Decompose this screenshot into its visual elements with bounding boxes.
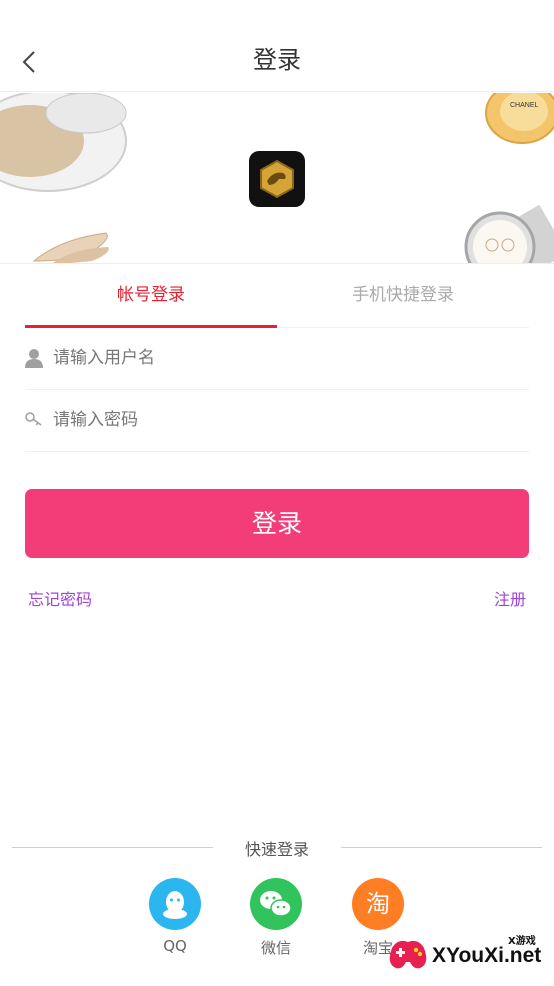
register-link[interactable]: 注册 (494, 586, 526, 610)
shoes-product-image (32, 232, 109, 263)
key-icon (25, 412, 42, 426)
login-tabs: 帐号登录 手机快捷登录 (25, 265, 529, 328)
forgot-password-link[interactable]: 忘记密码 (28, 586, 92, 610)
wechat-icon (260, 891, 292, 917)
wechat-label: 微信 (260, 939, 291, 957)
watermark-sub: X游戏 (508, 936, 536, 947)
password-row (25, 390, 529, 452)
page-title: 登录 (253, 46, 301, 74)
watermark: XYouXi.net X游戏 (384, 928, 550, 980)
username-row (25, 328, 529, 390)
taobao-icon: 淘 (352, 878, 404, 930)
perfume-brand-text: CHANEL (510, 102, 539, 109)
wechat-login-button[interactable]: 微信 (246, 878, 306, 968)
login-button[interactable]: 登录 (25, 489, 529, 558)
username-input[interactable] (53, 342, 513, 374)
eagle-logo-icon (260, 159, 294, 199)
gamepad-logo-icon (389, 940, 427, 969)
quick-login-title: 快速登录 (244, 840, 309, 859)
divider-right (341, 847, 542, 848)
qq-label: QQ (163, 937, 187, 955)
watermark-text: XYouXi.net (432, 944, 542, 967)
tab-phone-login[interactable]: 手机快捷登录 (277, 265, 529, 328)
banner: CHANEL (0, 93, 554, 264)
app-logo (249, 151, 305, 207)
password-input[interactable] (53, 404, 513, 436)
nav-header: 登录 (0, 0, 554, 92)
perfume-product-image: CHANEL (485, 93, 554, 144)
compact-product-image (0, 93, 127, 192)
user-icon (25, 349, 43, 368)
tab-account-login[interactable]: 帐号登录 (25, 265, 277, 328)
watch-product-image (464, 205, 554, 263)
qq-login-button[interactable]: QQ (145, 878, 205, 968)
qq-icon (163, 891, 187, 919)
divider-left (12, 847, 213, 848)
